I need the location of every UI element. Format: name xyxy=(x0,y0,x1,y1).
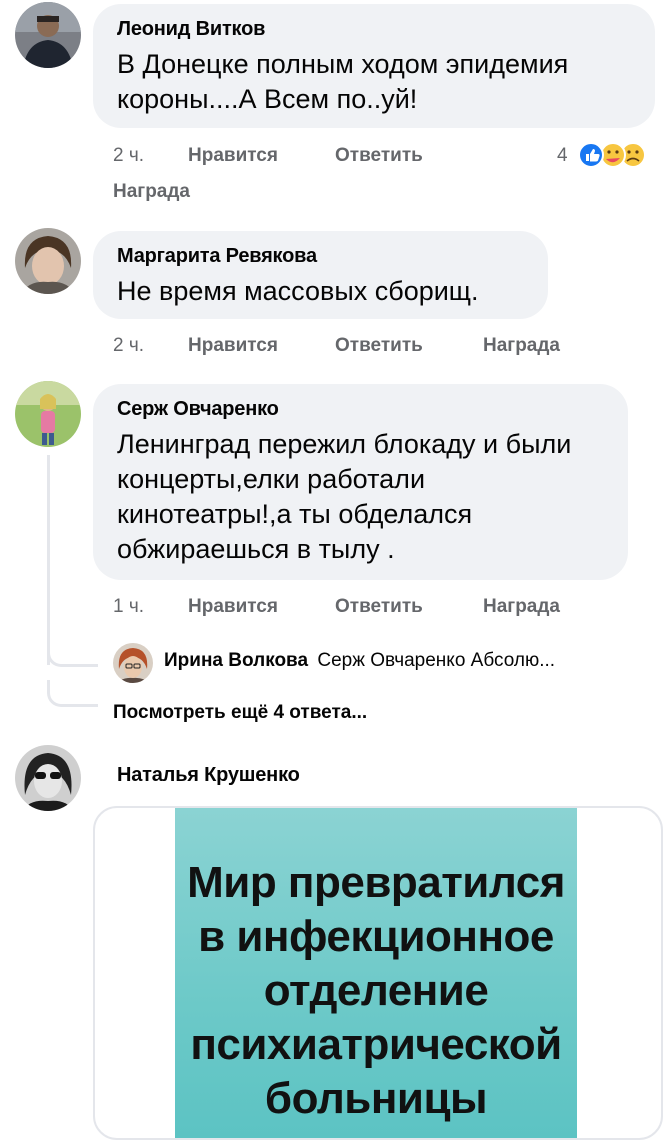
reply-button[interactable]: Ответить xyxy=(335,145,423,167)
poster-line: психиатрической xyxy=(190,1020,562,1069)
reaction-icons[interactable] xyxy=(575,140,655,170)
comment-author[interactable]: Серж Овчаренко xyxy=(117,398,604,421)
award-button[interactable]: Награда xyxy=(113,181,190,203)
comment-text: В Донецке полным ходом эпидемия короны..… xyxy=(117,49,569,114)
poster-line: Мир превратился xyxy=(187,858,565,907)
thread-branch xyxy=(47,680,98,707)
poster-line: в инфекционное xyxy=(198,912,554,961)
reply-button[interactable]: Ответить xyxy=(335,335,423,357)
comment-timestamp[interactable]: 2 ч. xyxy=(113,145,144,167)
comment-text: Ленинград пережил блокаду и были концерт… xyxy=(117,429,572,564)
comment-author[interactable]: Наталья Крушенко xyxy=(117,764,334,787)
comment-bubble: Маргарита Ревякова Не время массовых сбо… xyxy=(93,231,548,319)
care-reaction-icon xyxy=(600,142,626,168)
comment-timestamp[interactable]: 1 ч. xyxy=(113,596,144,618)
comment-image-attachment[interactable]: Мир превратился в инфекционное отделение… xyxy=(93,806,663,1140)
image-poster: Мир превратился в инфекционное отделение… xyxy=(175,808,577,1138)
comment-author[interactable]: Маргарита Ревякова xyxy=(117,245,524,268)
reply-preview[interactable]: Ирина Волкова Серж Овчаренко Абсолю... xyxy=(164,650,555,672)
reply-text: Серж Овчаренко Абсолю... xyxy=(317,650,556,671)
avatar[interactable] xyxy=(15,228,81,294)
like-button[interactable]: Нравится xyxy=(188,145,278,167)
reply-author[interactable]: Ирина Волкова xyxy=(164,650,308,671)
comment-actions: 1 ч. Нравится Ответить Награда xyxy=(113,596,663,626)
view-more-replies-link[interactable]: Посмотреть ещё 4 ответа... xyxy=(113,702,367,724)
thread-branch xyxy=(47,640,98,667)
award-button[interactable]: Награда xyxy=(483,335,560,357)
reply-button[interactable]: Ответить xyxy=(335,596,423,618)
thread-connector xyxy=(47,455,50,665)
poster-line: больницы xyxy=(264,1074,488,1123)
award-button[interactable]: Награда xyxy=(483,596,560,618)
reply-avatar[interactable] xyxy=(113,643,153,683)
like-button[interactable]: Нравится xyxy=(188,335,278,357)
avatar[interactable] xyxy=(15,2,81,68)
avatar[interactable] xyxy=(15,745,81,811)
comment-text: Не время массовых сборищ. xyxy=(117,276,479,306)
comment-actions: 2 ч. Нравится Ответить Награда xyxy=(113,335,663,365)
comment-timestamp[interactable]: 2 ч. xyxy=(113,335,144,357)
comment-bubble: Серж Овчаренко Ленинград пережил блокаду… xyxy=(93,384,628,580)
like-button[interactable]: Нравится xyxy=(188,596,278,618)
avatar[interactable] xyxy=(15,381,81,447)
reaction-count[interactable]: 4 xyxy=(557,145,568,167)
comment-bubble: Леонид Витков В Донецке полным ходом эпи… xyxy=(93,4,655,128)
comment-bubble: Наталья Крушенко xyxy=(93,750,358,806)
comment-author[interactable]: Леонид Витков xyxy=(117,18,631,41)
poster-line: отделение xyxy=(263,966,489,1015)
